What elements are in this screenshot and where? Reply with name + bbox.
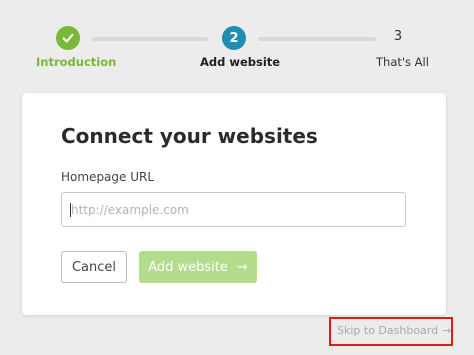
add-website-button[interactable]: Add website → — [139, 251, 257, 283]
step-3-number: 3 — [393, 29, 403, 44]
step-connector-1 — [92, 37, 208, 41]
progress-stepper: 2 3 Introduction Add website That's All — [0, 0, 474, 80]
arrow-right-icon: → — [236, 259, 248, 275]
homepage-url-input[interactable] — [61, 192, 406, 227]
skip-to-dashboard-link[interactable]: Skip to Dashboard → — [337, 324, 451, 337]
step-1-completed-indicator — [56, 26, 80, 50]
add-website-button-label: Add website — [148, 259, 228, 275]
step-2-number: 2 — [222, 26, 246, 50]
arrow-right-icon: → — [442, 324, 452, 337]
homepage-url-label: Homepage URL — [61, 170, 155, 184]
cancel-button[interactable]: Cancel — [61, 251, 127, 283]
step-2-label: Add website — [200, 55, 281, 69]
onboarding-page: 2 3 Introduction Add website That's All … — [0, 0, 474, 355]
cancel-button-label: Cancel — [71, 259, 117, 275]
card-title: Connect your websites — [61, 124, 318, 148]
check-icon — [62, 33, 74, 43]
step-1-label: Introduction — [36, 55, 117, 69]
text-cursor — [70, 203, 71, 217]
step-3-label: That's All — [376, 55, 429, 69]
step-connector-2 — [258, 37, 376, 41]
skip-to-dashboard-label: Skip to Dashboard — [337, 324, 439, 337]
connect-websites-card: Connect your websites Homepage URL Cance… — [22, 93, 446, 315]
